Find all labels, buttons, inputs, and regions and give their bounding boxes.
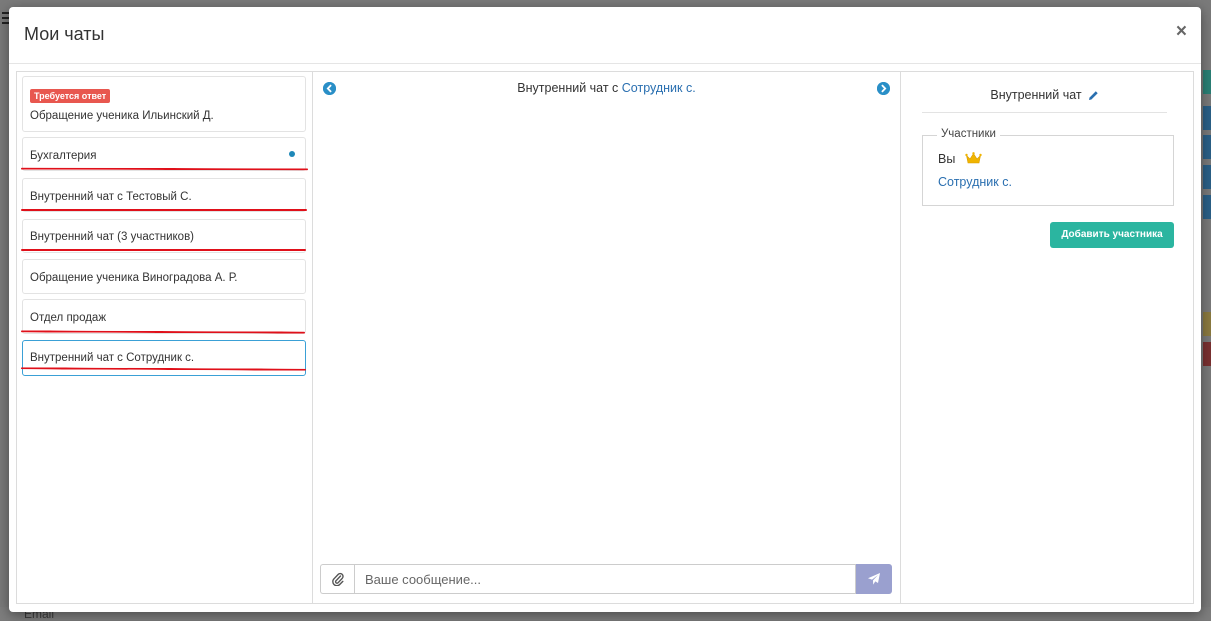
background-strip <box>1203 342 1211 366</box>
chat-name: Бухгалтерия <box>30 150 97 162</box>
conversation-title-prefix: Внутренний чат с <box>517 81 622 95</box>
chat-name: Отдел продаж <box>30 312 107 324</box>
chat-type-label: Внутренний чат <box>990 88 1082 102</box>
modal-title: Мои чаты <box>24 24 105 44</box>
background-strip <box>1203 312 1211 336</box>
close-button[interactable]: × <box>1176 22 1187 42</box>
chat-name: Обращение ученика Ильинский Д. <box>30 110 214 122</box>
red-underline-annotation <box>21 249 306 251</box>
red-underline-annotation <box>21 209 307 211</box>
conversation-title-user-link[interactable]: Сотрудник с. <box>622 81 696 95</box>
chat-name: Внутренний чат (3 участников) <box>30 231 195 243</box>
conversation-panel: Внутренний чат с Сотрудник с. <box>313 72 901 603</box>
paper-plane-icon <box>868 573 880 585</box>
participant-you: Вы <box>938 152 956 166</box>
background-strip <box>1203 106 1211 130</box>
background-strip <box>1203 70 1211 94</box>
chat-name: Внутренний чат с Сотрудник с. <box>30 352 195 364</box>
chat-list-item[interactable]: Требуется ответ Обращение ученика Ильинс… <box>22 76 306 132</box>
chat-list-item[interactable]: Внутренний чат с Тестовый С. <box>22 178 306 212</box>
next-chat-button[interactable] <box>877 82 890 95</box>
chat-columns: Требуется ответ Обращение ученика Ильинс… <box>16 71 1194 604</box>
message-composer <box>320 564 892 594</box>
conversation-title: Внутренний чат с Сотрудник с. <box>313 81 900 95</box>
message-input[interactable] <box>354 564 856 594</box>
participants-box: Участники Вы Сотрудник с. <box>922 128 1174 206</box>
my-chats-modal: Мои чаты × Требуется ответ Обращение уче… <box>9 7 1201 612</box>
modal-header: Мои чаты × <box>9 7 1201 64</box>
send-button[interactable] <box>856 564 892 594</box>
pencil-icon <box>1088 91 1098 100</box>
participants-legend: Участники <box>937 128 1000 140</box>
unread-dot-icon <box>289 151 295 157</box>
add-participant-button[interactable]: Добавить участника <box>1050 222 1174 248</box>
attach-button[interactable] <box>320 564 354 594</box>
chat-list-item[interactable]: Обращение ученика Виноградова А. Р. <box>22 259 306 294</box>
chevron-right-icon <box>877 82 890 95</box>
paperclip-icon <box>331 572 344 586</box>
chat-name: Обращение ученика Виноградова А. Р. <box>30 272 238 284</box>
crown-icon <box>965 152 982 168</box>
chat-list-item[interactable]: Бухгалтерия <box>22 137 306 171</box>
chat-list: Требуется ответ Обращение ученика Ильинс… <box>17 72 313 603</box>
chat-list-item-active[interactable]: Внутренний чат с Сотрудник с. <box>22 340 306 376</box>
background-strip <box>1203 165 1211 189</box>
chat-list-item[interactable]: Отдел продаж <box>22 299 306 334</box>
background-strip <box>1203 135 1211 159</box>
chat-list-item[interactable]: Внутренний чат (3 участников) <box>22 219 306 253</box>
chat-name: Внутренний чат с Тестовый С. <box>30 191 192 203</box>
chat-details-title: Внутренний чат <box>922 88 1167 113</box>
chat-details-panel: Внутренний чат Участники Вы Сотрудник с.… <box>901 72 1193 603</box>
needs-reply-badge: Требуется ответ <box>30 89 111 103</box>
edit-title-button[interactable] <box>1088 90 1099 104</box>
background-strip <box>1203 195 1211 219</box>
participant-link[interactable]: Сотрудник с. <box>938 175 1012 189</box>
